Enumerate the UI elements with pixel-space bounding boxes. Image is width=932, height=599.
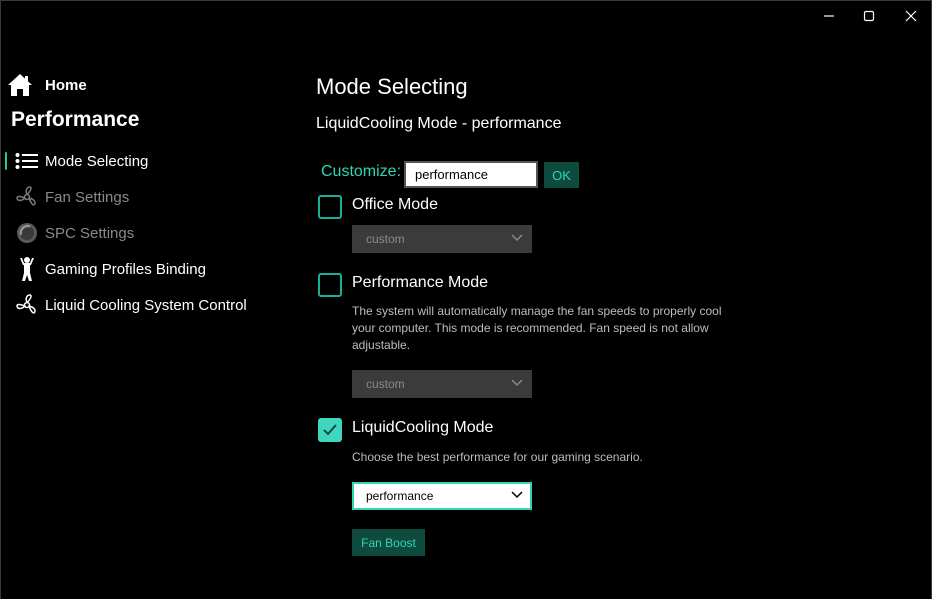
fan-boost-button[interactable]: Fan Boost bbox=[352, 529, 425, 556]
sidebar-item-fan-settings[interactable]: Fan Settings bbox=[5, 183, 295, 211]
selection-indicator bbox=[5, 152, 7, 170]
sidebar-home[interactable]: Home bbox=[7, 71, 87, 99]
sidebar-item-label: Mode Selecting bbox=[45, 152, 149, 170]
performance-mode-dropdown[interactable]: custom bbox=[352, 370, 532, 398]
office-mode-label: Office Mode bbox=[352, 196, 438, 213]
sidebar-item-label: Gaming Profiles Binding bbox=[45, 260, 206, 278]
app-window: Home Performance Mode Selecting Fan Sett… bbox=[0, 0, 932, 599]
current-mode-subtitle: LiquidCooling Mode - performance bbox=[316, 115, 562, 132]
liquidcooling-mode-dropdown[interactable]: performance bbox=[352, 482, 532, 510]
liquidcooling-mode-description: Choose the best performance for our gami… bbox=[352, 450, 643, 464]
dropdown-value: performance bbox=[366, 489, 434, 503]
office-mode-checkbox[interactable] bbox=[318, 195, 342, 219]
list-icon bbox=[13, 147, 41, 175]
chevron-down-icon bbox=[511, 491, 523, 499]
sidebar-item-spc-settings[interactable]: SPC Settings bbox=[5, 219, 295, 247]
sidebar-item-label: Liquid Cooling System Control bbox=[45, 296, 247, 314]
minimize-button[interactable] bbox=[808, 1, 850, 31]
maximize-icon bbox=[863, 10, 875, 22]
customize-input[interactable] bbox=[404, 161, 538, 188]
home-label: Home bbox=[45, 76, 87, 94]
chevron-down-icon bbox=[511, 234, 523, 242]
customize-label: Customize: bbox=[321, 163, 402, 180]
liquid-fan-icon bbox=[13, 291, 41, 319]
performance-mode-label: Performance Mode bbox=[352, 274, 489, 291]
dropdown-value: custom bbox=[366, 232, 405, 246]
fan-icon bbox=[13, 183, 41, 211]
sidebar-item-label: Fan Settings bbox=[45, 188, 130, 206]
gamer-icon bbox=[13, 255, 41, 283]
minimize-icon bbox=[824, 15, 834, 17]
dropdown-value: custom bbox=[366, 377, 405, 391]
sidebar-section-title: Performance bbox=[11, 108, 140, 131]
spc-icon bbox=[13, 219, 41, 247]
liquidcooling-mode-checkbox[interactable] bbox=[318, 418, 342, 442]
performance-mode-checkbox[interactable] bbox=[318, 273, 342, 297]
performance-mode-description: The system will automatically manage the… bbox=[352, 304, 722, 352]
sidebar-item-label: SPC Settings bbox=[45, 224, 135, 242]
chevron-down-icon bbox=[511, 379, 523, 387]
sidebar-item-mode-selecting[interactable]: Mode Selecting bbox=[5, 147, 295, 175]
sidebar-item-liquid-cooling[interactable]: Liquid Cooling System Control bbox=[5, 291, 295, 319]
ok-button[interactable]: OK bbox=[544, 162, 579, 188]
checkmark-icon bbox=[323, 424, 337, 436]
close-button[interactable] bbox=[890, 1, 931, 31]
liquidcooling-mode-label: LiquidCooling Mode bbox=[352, 419, 494, 436]
sidebar-item-gaming-profiles[interactable]: Gaming Profiles Binding bbox=[5, 255, 295, 283]
close-icon bbox=[905, 10, 917, 22]
page-title: Mode Selecting bbox=[316, 74, 468, 99]
office-mode-dropdown[interactable]: custom bbox=[352, 225, 532, 253]
maximize-button[interactable] bbox=[848, 1, 890, 31]
home-icon bbox=[8, 74, 32, 96]
